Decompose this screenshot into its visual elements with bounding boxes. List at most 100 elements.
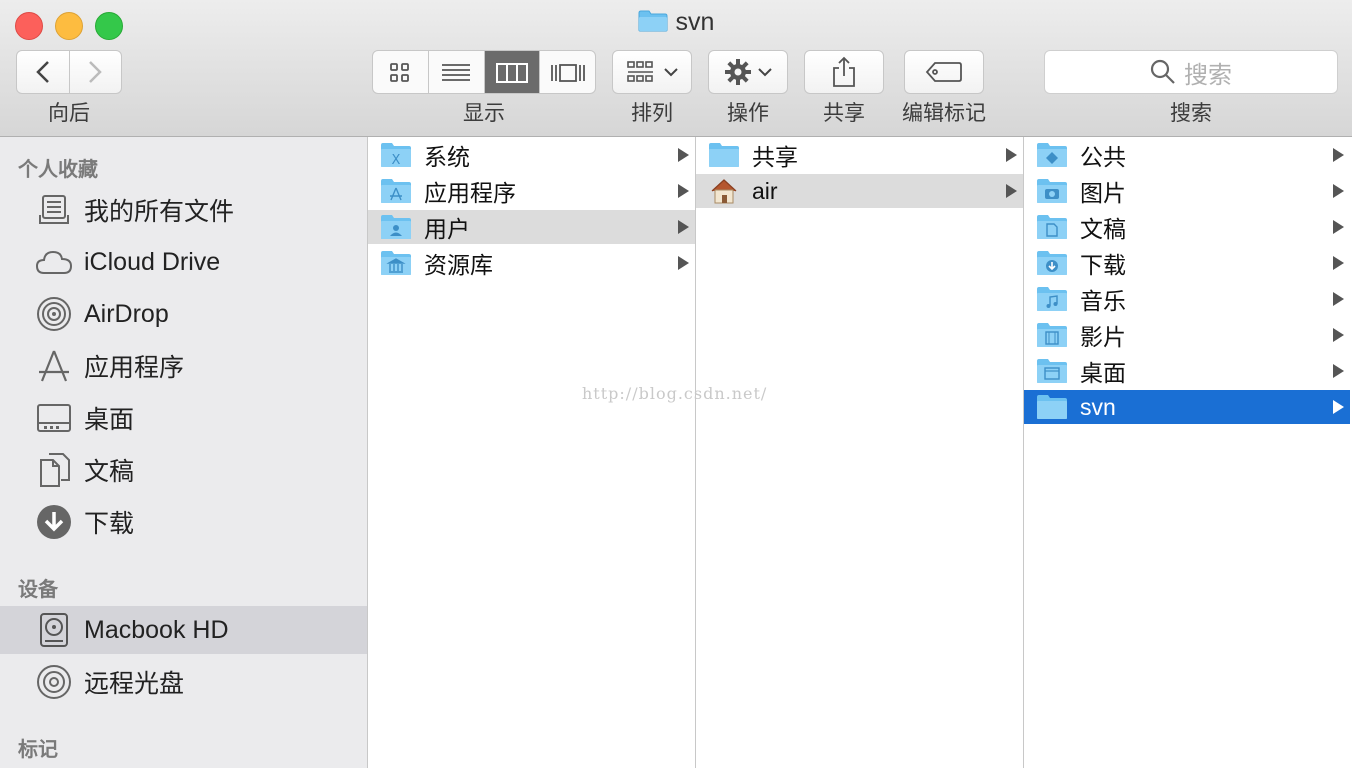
disclosure-arrow-icon: [1006, 148, 1017, 162]
list-item-downloads[interactable]: 下载: [1024, 246, 1350, 280]
disclosure-arrow-icon: [678, 220, 689, 234]
view-label: 显示: [463, 101, 505, 125]
list-item-pictures[interactable]: 图片: [1024, 174, 1350, 208]
list-item-desktop[interactable]: 桌面: [1024, 354, 1350, 388]
list-item-users[interactable]: 用户: [368, 210, 695, 244]
sidebar-item-desktop[interactable]: 桌面: [0, 394, 367, 442]
gear-icon: [725, 59, 751, 85]
window-title-text: svn: [675, 8, 715, 36]
list-item-home[interactable]: air: [696, 174, 1023, 208]
disclosure-arrow-icon: [678, 148, 689, 162]
library-folder-icon: [381, 251, 411, 275]
arrange-label: 排列: [631, 101, 673, 125]
browser-column-2: 共享 air http://blog.csdn.net/: [582, 137, 1024, 768]
watermark-text: http://blog.csdn.net/: [582, 384, 768, 403]
list-item-music[interactable]: 音乐: [1024, 282, 1350, 316]
sidebar-item-label: 我的所有文件: [84, 198, 235, 226]
documents-folder-icon: [1037, 215, 1067, 239]
browser-column-1: X 系统 应用程序 用户 资源库: [368, 137, 696, 768]
list-item-label: 共享: [752, 144, 798, 170]
tags-header: 标记: [18, 737, 58, 761]
back-button[interactable]: [17, 51, 70, 93]
disclosure-arrow-icon: [1333, 220, 1344, 234]
svg-text:X: X: [392, 153, 401, 168]
desktop-folder-icon: [1037, 359, 1067, 383]
search-field[interactable]: 搜索: [1044, 50, 1338, 94]
list-item-label: 图片: [1080, 180, 1126, 206]
search-icon: [1150, 59, 1175, 84]
sidebar-item-all-files[interactable]: 我的所有文件: [0, 186, 367, 234]
airdrop-icon: [34, 294, 74, 334]
list-item-svn[interactable]: svn: [1024, 390, 1350, 424]
action-button[interactable]: [708, 50, 788, 94]
folder-icon: [1037, 395, 1067, 419]
sidebar-item-downloads[interactable]: 下载: [0, 498, 367, 546]
chevron-down-icon: [758, 68, 772, 77]
sidebar-item-documents[interactable]: 文稿: [0, 446, 367, 494]
share-button[interactable]: [804, 50, 884, 94]
disclosure-arrow-icon: [1333, 328, 1344, 342]
forward-button[interactable]: [70, 51, 122, 93]
arrange-button[interactable]: [612, 50, 692, 94]
window-title: svn: [0, 8, 1352, 37]
list-item-label: 资源库: [424, 252, 493, 278]
disc-icon: [34, 662, 74, 702]
disclosure-arrow-icon: [678, 184, 689, 198]
list-item-documents[interactable]: 文稿: [1024, 210, 1350, 244]
list-item-label: 桌面: [1080, 360, 1126, 386]
home-icon: [711, 179, 737, 204]
system-folder-icon: X: [381, 143, 411, 168]
sidebar-item-airdrop[interactable]: AirDrop: [0, 290, 367, 338]
sidebar-item-label: 桌面: [84, 406, 135, 434]
list-item-shared[interactable]: 共享: [696, 138, 1023, 172]
disclosure-arrow-icon: [1333, 292, 1344, 306]
sidebar-item-icloud-drive[interactable]: iCloud Drive: [0, 238, 367, 286]
list-item-movies[interactable]: 影片: [1024, 318, 1350, 352]
sidebar-item-label: 应用程序: [84, 354, 185, 382]
list-item-label: 下载: [1080, 252, 1126, 278]
tag-icon: [925, 62, 962, 82]
nav-label: 向后: [48, 101, 90, 125]
browser-column-3: 公共 图片 文稿 下载 音乐 影片 桌面 svn: [1024, 137, 1352, 768]
sidebar-item-macbook-hd[interactable]: Macbook HD: [0, 606, 367, 654]
share-label: 共享: [823, 101, 865, 125]
sidebar-item-applications[interactable]: 应用程序: [0, 342, 367, 390]
cover-flow-view-button[interactable]: [540, 51, 595, 93]
list-item-label: svn: [1080, 393, 1116, 420]
disclosure-arrow-icon: [1333, 400, 1344, 414]
list-item-applications[interactable]: 应用程序: [368, 174, 695, 208]
folder-icon: [709, 143, 739, 167]
search-placeholder: 搜索: [1184, 60, 1232, 89]
folder-icon: [638, 10, 668, 32]
list-item-label: air: [752, 177, 778, 204]
list-view-icon: [442, 64, 471, 81]
sidebar-item-label: 下载: [84, 510, 135, 538]
list-item-label: 音乐: [1080, 288, 1126, 314]
applications-folder-icon: [381, 179, 411, 203]
sidebar-item-label: 文稿: [84, 458, 135, 486]
view-mode-control: [372, 50, 596, 94]
list-item-label: 文稿: [1080, 216, 1126, 242]
cover-flow-icon: [550, 64, 585, 82]
sidebar-item-label: Macbook HD: [84, 615, 229, 644]
chevron-right-icon: [89, 61, 103, 83]
disclosure-arrow-icon: [1333, 184, 1344, 198]
toolbar: svn 向后 显示 排列 操作 共享 编辑标记 搜索 搜索: [0, 0, 1352, 137]
list-item-library[interactable]: 资源库: [368, 246, 695, 280]
users-folder-icon: [381, 215, 411, 239]
list-item-public[interactable]: 公共: [1024, 138, 1350, 172]
disclosure-arrow-icon: [1333, 364, 1344, 378]
column-view-icon: [495, 63, 528, 83]
icon-view-button[interactable]: [373, 51, 429, 93]
sidebar: 个人收藏 我的所有文件 iCloud Drive AirDrop 应用程序 桌面…: [0, 137, 368, 768]
pictures-folder-icon: [1037, 179, 1067, 203]
sidebar-item-remote-disc[interactable]: 远程光盘: [0, 658, 367, 706]
edit-tags-button[interactable]: [904, 50, 984, 94]
desktop-icon: [34, 398, 74, 438]
share-icon: [833, 56, 855, 87]
column-view-button[interactable]: [484, 51, 541, 93]
cloud-icon: [34, 242, 74, 282]
list-view-button[interactable]: [429, 51, 485, 93]
list-item-system[interactable]: X 系统: [368, 138, 695, 172]
favorites-header: 个人收藏: [18, 157, 98, 181]
